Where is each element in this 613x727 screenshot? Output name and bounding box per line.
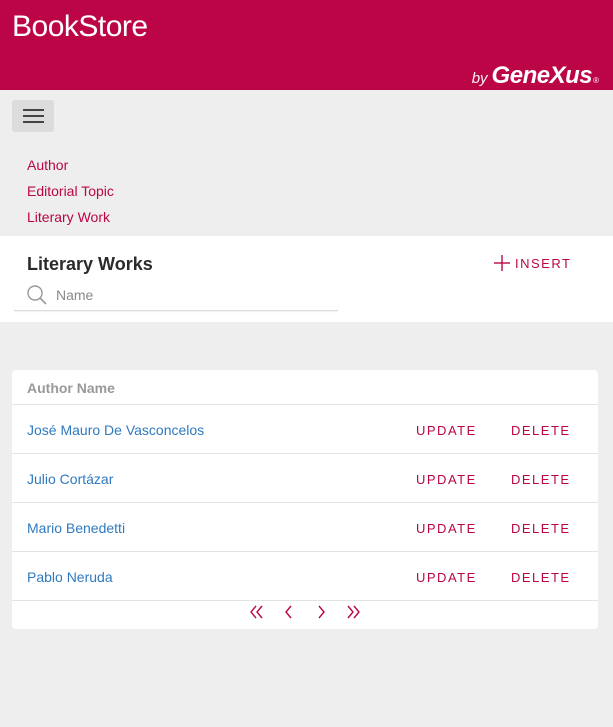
- search-input[interactable]: [54, 284, 328, 306]
- delete-button[interactable]: DELETE: [511, 423, 571, 438]
- hamburger-icon-line: [23, 109, 44, 111]
- plus-icon: [494, 255, 510, 271]
- search-box: [14, 278, 338, 311]
- author-name-link[interactable]: Pablo Neruda: [27, 569, 113, 585]
- insert-button[interactable]: INSERT: [494, 255, 571, 271]
- hamburger-icon-line: [23, 115, 44, 117]
- pagination: [248, 603, 362, 621]
- authors-grid: Author Name José Mauro De Vasconcelos UP…: [12, 370, 598, 629]
- table-row: José Mauro De Vasconcelos UPDATE DELETE: [12, 405, 598, 454]
- table-row: Pablo Neruda UPDATE DELETE: [12, 552, 598, 601]
- update-button[interactable]: UPDATE: [416, 521, 477, 536]
- nav-link-editorial-topic[interactable]: Editorial Topic: [27, 183, 114, 199]
- next-page-icon[interactable]: [312, 603, 330, 621]
- brand-registered-mark: ®: [593, 76, 599, 85]
- grid-header: Author Name: [12, 370, 598, 405]
- column-header-author-name[interactable]: Author Name: [27, 380, 115, 396]
- page-title: Literary Works: [27, 254, 153, 274]
- nav-link-literary-work[interactable]: Literary Work: [27, 209, 110, 225]
- author-name-link[interactable]: Mario Benedetti: [27, 520, 125, 536]
- hamburger-icon-line: [23, 121, 44, 123]
- genexus-brand: by GeneXus ®: [472, 62, 599, 90]
- update-button[interactable]: UPDATE: [416, 423, 477, 438]
- nav-link-author[interactable]: Author: [27, 157, 68, 173]
- last-page-icon[interactable]: [344, 603, 362, 621]
- author-name-link[interactable]: José Mauro De Vasconcelos: [27, 422, 204, 438]
- table-row: Mario Benedetti UPDATE DELETE: [12, 503, 598, 552]
- first-page-icon[interactable]: [248, 603, 266, 621]
- update-button[interactable]: UPDATE: [416, 570, 477, 585]
- table-row: Julio Cortázar UPDATE DELETE: [12, 454, 598, 503]
- delete-button[interactable]: DELETE: [511, 521, 571, 536]
- app-header: BookStore by GeneXus ®: [0, 0, 613, 90]
- search-icon: [27, 285, 47, 305]
- insert-label: INSERT: [515, 255, 572, 271]
- brand-by: by: [471, 70, 488, 87]
- menu-toggle-button[interactable]: [12, 100, 54, 132]
- update-button[interactable]: UPDATE: [416, 472, 477, 487]
- app-title[interactable]: BookStore: [12, 10, 148, 44]
- author-name-link[interactable]: Julio Cortázar: [27, 471, 113, 487]
- literary-works-panel: Literary Works INSERT: [0, 236, 613, 322]
- previous-page-icon[interactable]: [280, 603, 298, 621]
- brand-name: GeneXus: [491, 62, 593, 89]
- delete-button[interactable]: DELETE: [511, 472, 571, 487]
- delete-button[interactable]: DELETE: [511, 570, 571, 585]
